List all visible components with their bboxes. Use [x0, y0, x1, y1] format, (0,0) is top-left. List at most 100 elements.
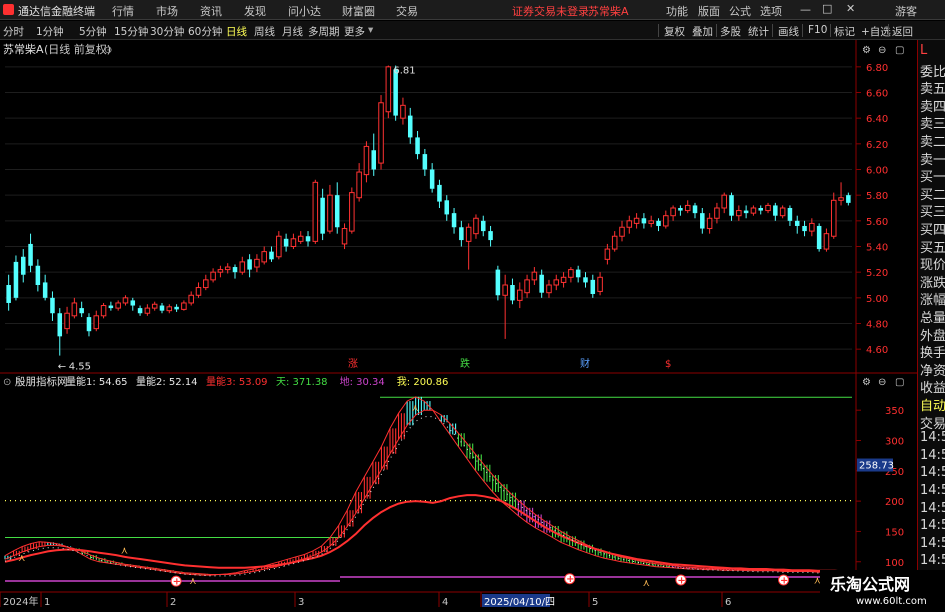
period-tab-more[interactable]: 更多	[344, 24, 365, 39]
indicator-minus-icon[interactable]: ⊖	[878, 377, 886, 388]
mark-button[interactable]: 标记	[834, 24, 855, 39]
high-price-label: 6.81	[393, 66, 415, 77]
indicator-tick-label: 350	[885, 406, 904, 417]
side-label-28: 14:56	[920, 535, 945, 551]
event-marker-up[interactable]: 涨	[348, 358, 358, 370]
side-label-14: 涨幅	[920, 293, 945, 309]
login-status[interactable]: 证券交易未登录	[512, 3, 589, 19]
candle-body	[838, 197, 844, 201]
candle-body	[181, 302, 187, 310]
candle-body	[283, 238, 289, 247]
indicator-gear-icon[interactable]: ⚙	[862, 377, 871, 388]
back-button[interactable]: 返回	[892, 24, 913, 39]
menu-item-market[interactable]: 市场	[156, 3, 178, 19]
chart-area[interactable]: 苏常柴A (日线 前复权) ⊙ ⚙ ⊖ ▢ 4.60 4.80 5.00 5.20 5.…	[0, 40, 917, 609]
side-label-13: 涨跌	[920, 275, 945, 291]
menu-item-options[interactable]: 选项	[760, 3, 782, 19]
candle-body	[773, 205, 778, 216]
event-marker-down[interactable]: 跌	[460, 357, 470, 370]
candle-body	[524, 279, 530, 294]
side-label-20[interactable]: 自动	[920, 395, 945, 414]
period-tab-15min[interactable]: 15分钟	[114, 24, 148, 39]
indicator-title: 殷朋指标网	[15, 375, 68, 388]
candle-body	[459, 227, 464, 241]
period-tab-30min[interactable]: 30分钟	[150, 24, 184, 39]
guest-label[interactable]: 游客	[895, 3, 917, 19]
menu-item-trade[interactable]: 交易	[396, 3, 418, 19]
side-label-21[interactable]: 交易	[920, 413, 945, 432]
more-chevron-icon[interactable]: ▾	[368, 24, 373, 36]
indicator-readout-1: 量能2: 52.14	[136, 375, 198, 388]
candle-body	[656, 220, 661, 226]
settings-icon[interactable]: ⊙	[104, 45, 112, 56]
peak-signal-icon: ⋏	[121, 546, 128, 557]
candle-body	[290, 238, 297, 248]
peak-signal-icon: ⋏	[18, 553, 25, 564]
indicator-current-value: 258.73	[859, 461, 894, 472]
period-tab-weekly[interactable]: 周线	[254, 24, 275, 39]
candle-body	[611, 235, 618, 250]
candle-body	[122, 297, 129, 304]
side-label-8: 买二	[920, 187, 945, 203]
stats-button[interactable]: 统计	[748, 24, 769, 39]
price-tick-label: 6.40	[866, 114, 888, 125]
candle-body	[473, 217, 479, 235]
candle-body	[305, 236, 311, 242]
price-panel-minus-icon[interactable]: ⊖	[878, 45, 886, 56]
adjust-button[interactable]: 复权	[664, 24, 685, 39]
series-line-3	[4, 494, 852, 573]
candle-body	[166, 306, 173, 312]
period-tab-monthly[interactable]: 月线	[282, 24, 303, 39]
candle-body	[743, 210, 749, 214]
multi-stock-button[interactable]: 多股	[720, 24, 741, 39]
candle-body	[130, 300, 136, 306]
candle-body	[488, 231, 493, 241]
period-tab-daily[interactable]: 日线	[226, 24, 247, 39]
side-label-6: 卖一	[920, 152, 945, 168]
maximize-icon[interactable]: □	[822, 2, 832, 15]
menu-item-news[interactable]: 资讯	[200, 3, 222, 19]
price-panel-expand-icon[interactable]: ▢	[895, 45, 904, 56]
candle-body	[50, 297, 55, 314]
overlay-button[interactable]: 叠加	[692, 24, 713, 39]
candle-body	[363, 145, 370, 176]
draw-button[interactable]: 画线	[778, 24, 799, 39]
period-tab-intraday[interactable]: 分时	[3, 24, 24, 39]
period-tab-60min[interactable]: 60分钟	[188, 24, 222, 39]
indicator-expand-icon[interactable]: ▢	[895, 377, 904, 388]
candle-body	[224, 266, 231, 271]
price-tick-label: 5.60	[866, 217, 888, 228]
f10-button[interactable]: F10	[808, 24, 827, 36]
candle-body	[823, 233, 830, 250]
menu-item-wealth[interactable]: 财富圈	[342, 3, 375, 19]
event-marker-finance[interactable]: 财	[580, 357, 590, 370]
menu-item-ask[interactable]: 问小达	[288, 3, 321, 19]
candle-body	[42, 282, 48, 298]
menu-item-layout[interactable]: 版面	[698, 3, 720, 19]
candle-body	[320, 197, 325, 234]
candle-body	[729, 195, 734, 216]
minimize-icon[interactable]: —	[800, 3, 811, 16]
candle-body	[349, 192, 355, 232]
price-tick-label: 6.20	[866, 140, 888, 151]
close-icon[interactable]: ✕	[846, 2, 855, 15]
candle-body	[385, 66, 392, 113]
menu-item-quotes[interactable]: 行情	[112, 3, 134, 19]
period-tab-multi[interactable]: 多周期	[308, 24, 340, 39]
side-label-12: 现价	[920, 258, 945, 274]
period-tab-5min[interactable]: 5分钟	[79, 24, 107, 39]
menu-item-function[interactable]: 功能	[666, 3, 688, 19]
menu-item-formula[interactable]: 公式	[729, 3, 751, 19]
indicator-settings-icon[interactable]: ⊙	[3, 377, 11, 388]
event-marker-dividend[interactable]: $	[665, 359, 671, 370]
side-label-24: 14:56	[920, 465, 945, 481]
candle-body	[327, 194, 333, 232]
price-panel-gear-icon[interactable]: ⚙	[862, 45, 871, 56]
candle-body	[641, 218, 647, 224]
candle-body	[239, 261, 246, 273]
candle-body	[64, 312, 70, 330]
add-favorite-button[interactable]: +自选	[861, 24, 891, 39]
period-tab-1min[interactable]: 1分钟	[36, 24, 64, 39]
menu-item-discover[interactable]: 发现	[244, 3, 266, 19]
candle-body	[575, 269, 581, 278]
